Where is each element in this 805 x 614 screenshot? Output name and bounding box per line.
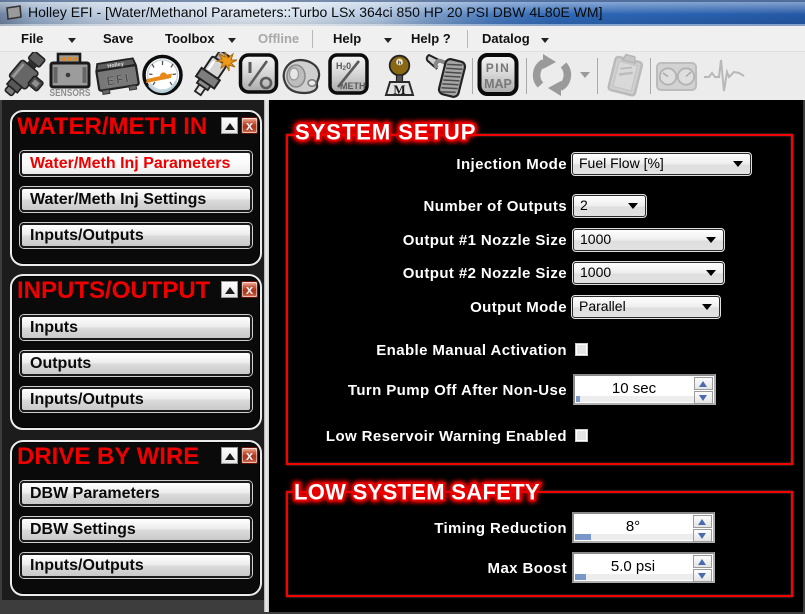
svg-text:LOW SYSTEM SAFETY: LOW SYSTEM SAFETY: [294, 480, 540, 505]
svg-text:M: M: [393, 82, 405, 97]
svg-text:METH: METH: [340, 81, 366, 91]
svg-text:SYSTEM SETUP: SYSTEM SETUP: [295, 120, 476, 145]
svg-text:PIN: PIN: [486, 61, 511, 75]
svg-text:MAP: MAP: [484, 77, 512, 91]
svg-text:SENSORS: SENSORS: [50, 87, 91, 99]
